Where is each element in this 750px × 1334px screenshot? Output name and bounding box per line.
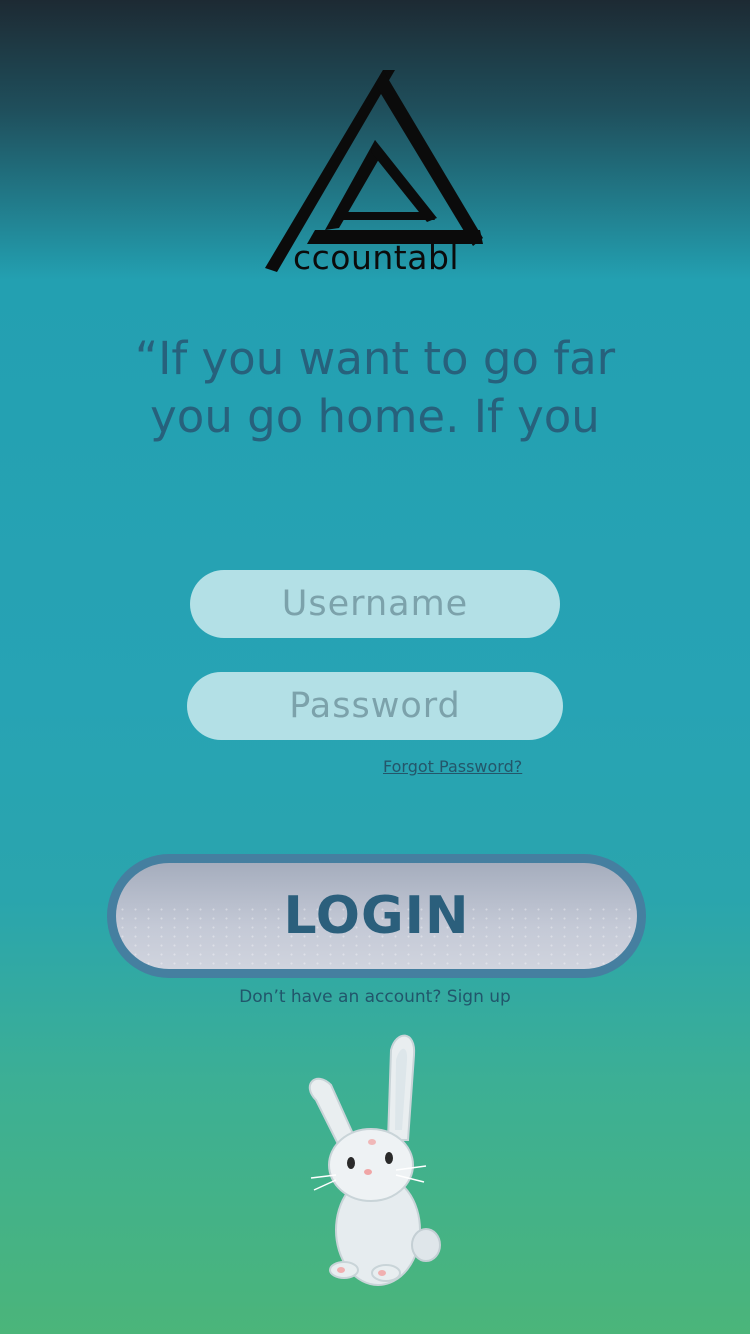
signup-link[interactable]: Don’t have an account? Sign up xyxy=(0,987,750,1007)
forgot-password-link[interactable]: Forgot Password? xyxy=(383,757,522,776)
password-input[interactable] xyxy=(187,672,563,740)
login-button-label: LOGIN xyxy=(283,886,470,946)
login-button[interactable]: LOGIN xyxy=(107,854,646,978)
username-input[interactable] xyxy=(190,570,560,638)
login-button-face: LOGIN xyxy=(116,863,637,969)
logo-wordmark: ccountabl xyxy=(293,238,460,277)
motivational-quote: “If you want to go far you go home. If y… xyxy=(134,332,616,443)
bunny-mascot-icon xyxy=(308,1034,441,1286)
